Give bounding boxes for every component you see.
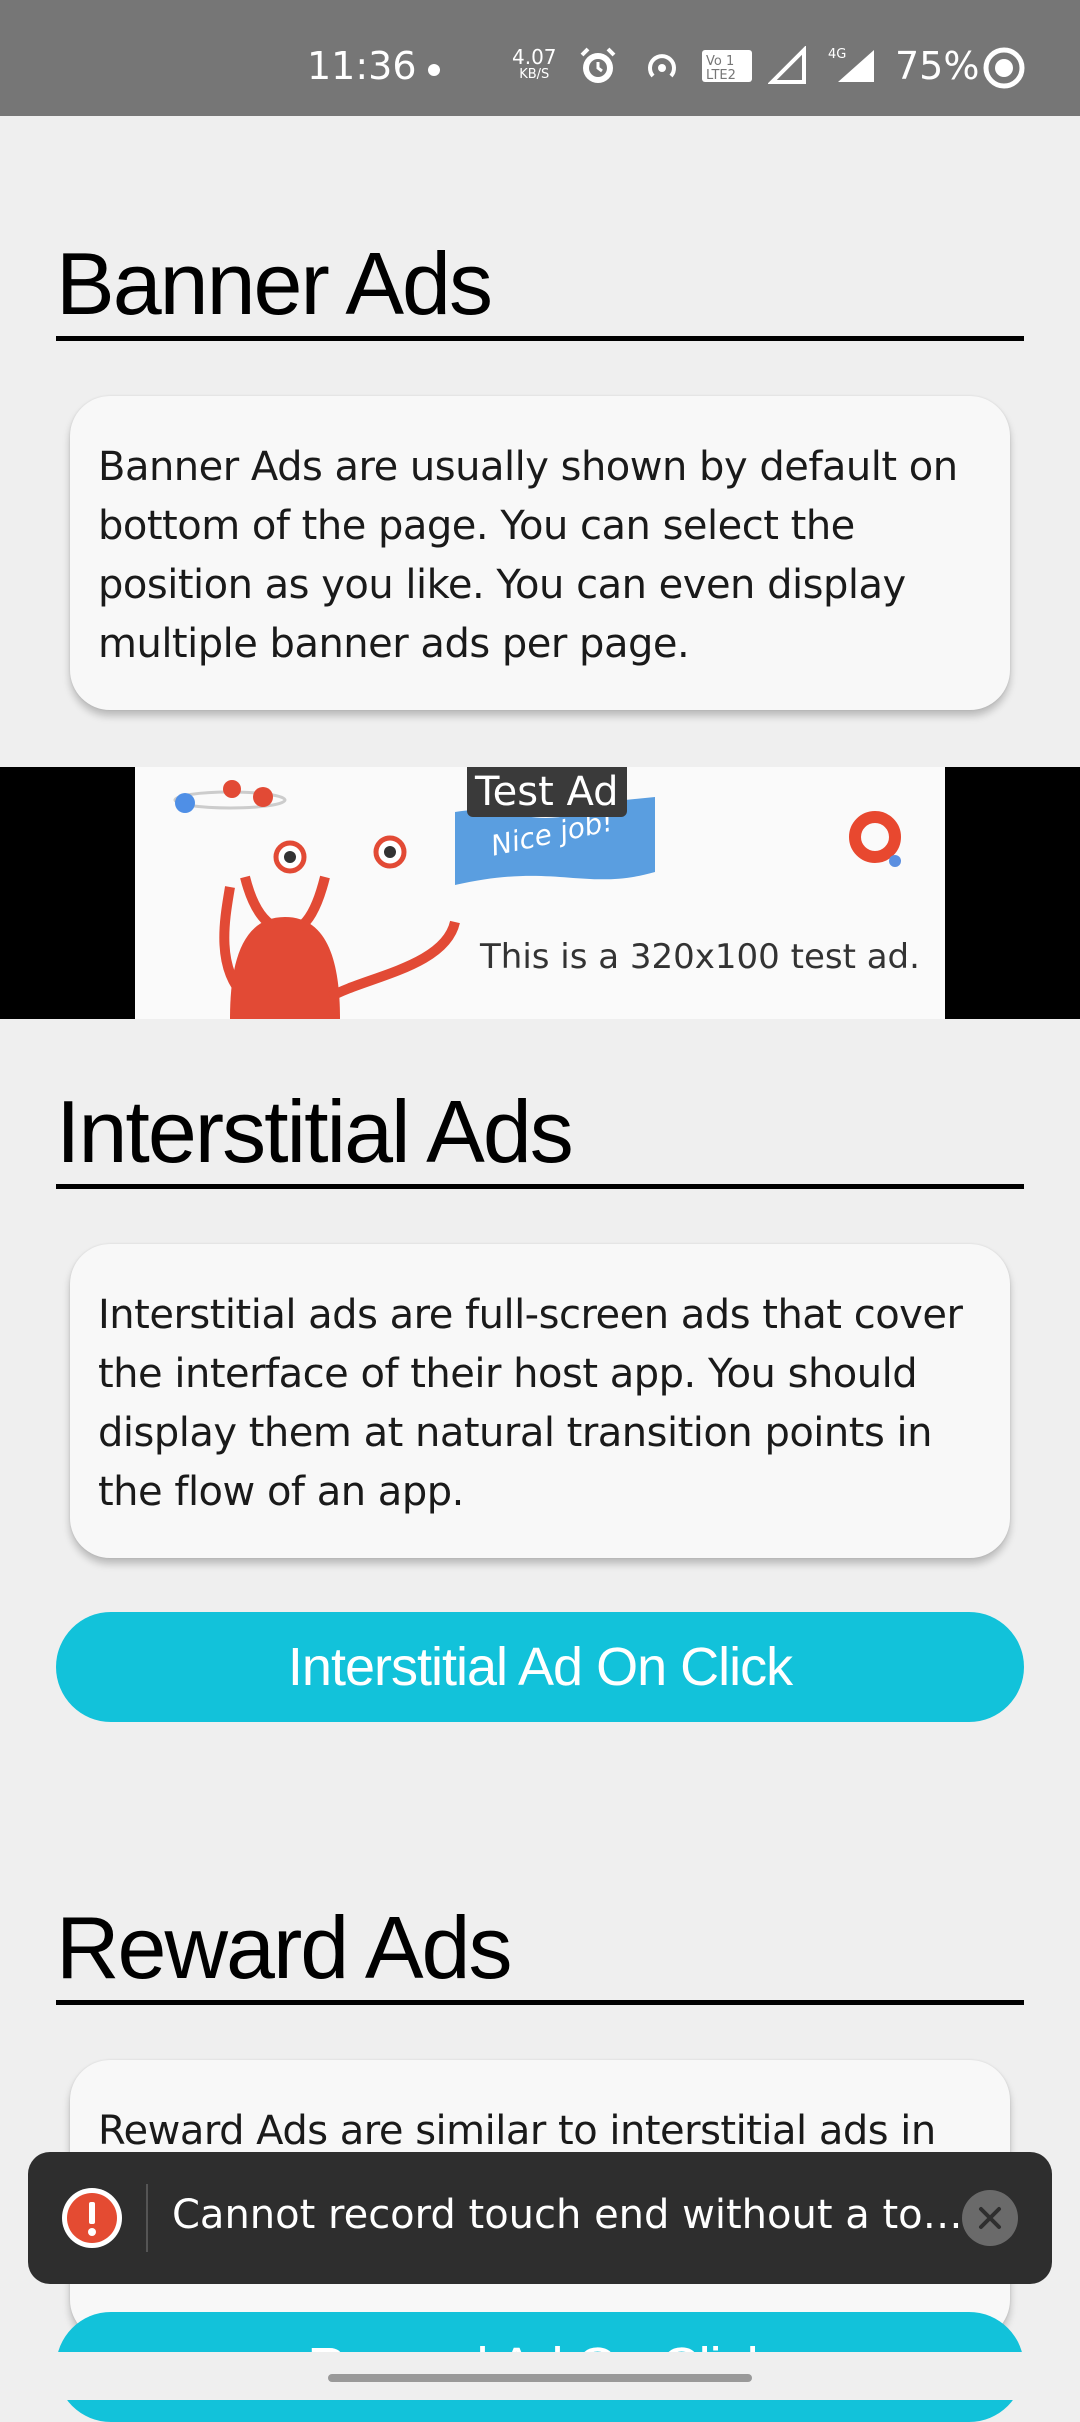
banner-ad-container[interactable]: Nice job! This is a 320x100 test ad. Tes…	[0, 767, 1080, 1019]
interstitial-ads-card: Interstitial ads are full-screen ads tha…	[70, 1244, 1010, 1558]
status-time: 11:36	[307, 44, 417, 88]
interstitial-ads-title: Interstitial Ads	[56, 1088, 1024, 1189]
battery-icon	[983, 47, 1025, 89]
hotspot-icon	[648, 54, 676, 78]
toast-divider	[146, 2184, 148, 2252]
battery-percent: 75%	[895, 44, 980, 88]
svg-text:Vo 1: Vo 1	[706, 54, 734, 69]
close-icon	[979, 2207, 1001, 2229]
volte-icon: Vo 1 LTE2	[702, 50, 752, 83]
alarm-icon	[580, 47, 616, 83]
interstitial-ads-description: Interstitial ads are full-screen ads tha…	[98, 1292, 963, 1515]
network-speed-value: 4.07	[512, 45, 557, 69]
error-icon	[62, 2188, 122, 2248]
signal-icon	[768, 46, 806, 84]
signal-4g-icon: 4G	[828, 47, 874, 82]
toast-close-button[interactable]	[962, 2190, 1018, 2246]
test-ad-label: Test Ad	[467, 767, 627, 817]
interstitial-ad-button[interactable]: Interstitial Ad On Click	[56, 1612, 1024, 1722]
svg-text:LTE2: LTE2	[706, 68, 736, 83]
status-bar: 11:36 4.07 KB/S Vo 1 LTE2 4G 75%	[0, 0, 1080, 116]
reward-ads-title: Reward Ads	[56, 1904, 1024, 2005]
notification-dot-icon	[428, 64, 440, 76]
network-speed: 4.07 KB/S	[512, 45, 557, 84]
banner-ads-description: Banner Ads are usually shown by default …	[98, 444, 958, 667]
navigation-bar	[0, 2352, 1080, 2400]
error-toast: Cannot record touch end without a touch …	[28, 2152, 1052, 2284]
test-ad-caption: This is a 320x100 test ad.	[480, 937, 920, 977]
toast-message: Cannot record touch end without a touch …	[172, 2192, 972, 2238]
banner-ads-title: Banner Ads	[56, 240, 1024, 341]
banner-ads-card: Banner Ads are usually shown by default …	[70, 396, 1010, 710]
svg-text:4G: 4G	[828, 47, 846, 62]
home-gesture-handle[interactable]	[328, 2374, 752, 2382]
